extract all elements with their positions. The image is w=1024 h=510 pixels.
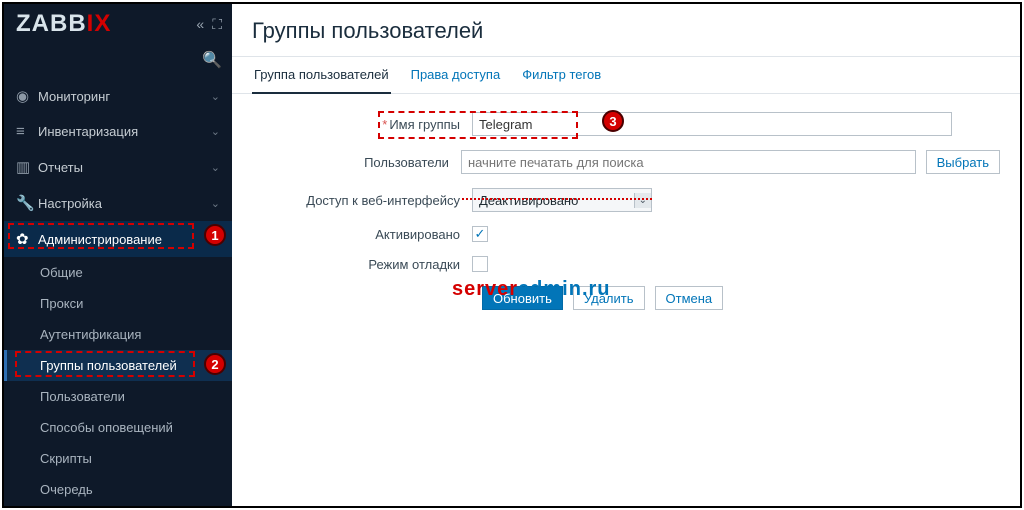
label-frontend-access: Доступ к веб-интерфейсу: [252, 193, 472, 208]
sub-queue[interactable]: Очередь: [4, 474, 232, 505]
logo-part1: ZABB: [16, 10, 87, 37]
chevron-down-icon: ⌄: [634, 193, 651, 208]
label-users: Пользователи: [252, 155, 461, 170]
nav-monitoring[interactable]: ◉ Мониторинг ⌄: [4, 78, 232, 114]
sub-label: Группы пользователей: [40, 358, 177, 373]
tab-user-group[interactable]: Группа пользователей: [252, 57, 391, 94]
chevron-down-icon: ⌄: [211, 125, 220, 138]
nav-label: Администрирование: [38, 232, 162, 247]
select-value: Деактивировано: [479, 193, 578, 208]
sub-user-groups[interactable]: Группы пользователей 2: [4, 350, 232, 381]
nav-label: Инвентаризация: [38, 124, 138, 139]
collapse-icon[interactable]: «: [196, 16, 204, 33]
fullscreen-icon[interactable]: ⛶: [212, 16, 222, 33]
row-group-name: *Имя группы 3: [252, 112, 1000, 136]
label-group-name: *Имя группы: [252, 117, 472, 132]
sub-auth[interactable]: Аутентификация: [4, 319, 232, 350]
annotation-badge-2: 2: [204, 353, 226, 375]
tabs: Группа пользователей Права доступа Фильт…: [232, 57, 1020, 94]
logo-row: ZABBIX « ⛶: [4, 4, 232, 44]
search-row[interactable]: 🔍: [4, 44, 232, 78]
list-icon: ≡: [16, 123, 38, 140]
wrench-icon: 🔧: [16, 194, 38, 212]
chevron-down-icon: ⌄: [211, 161, 220, 174]
checkbox-enabled[interactable]: ✓: [472, 226, 488, 242]
sub-media-types[interactable]: Способы оповещений: [4, 412, 232, 443]
tab-tag-filter[interactable]: Фильтр тегов: [520, 57, 603, 93]
page-header: Группы пользователей: [232, 4, 1020, 56]
main-content: Группы пользователей Группа пользователе…: [232, 4, 1020, 506]
chevron-down-icon: ⌄: [211, 197, 220, 210]
nav-label: Отчеты: [38, 160, 83, 175]
sub-scripts[interactable]: Скрипты: [4, 443, 232, 474]
delete-button[interactable]: Удалить: [573, 286, 645, 310]
nav-reports[interactable]: ▥ Отчеты ⌄: [4, 149, 232, 185]
nav-label: Мониторинг: [38, 89, 110, 104]
chevron-down-icon: ⌄: [211, 233, 220, 246]
input-group-name[interactable]: [472, 112, 952, 136]
header-controls: « ⛶: [196, 16, 222, 33]
row-frontend-access: Доступ к веб-интерфейсу Деактивировано ⌄: [252, 188, 1000, 212]
row-enabled: Активировано ✓: [252, 226, 1000, 242]
sub-general[interactable]: Общие: [4, 257, 232, 288]
tab-permissions[interactable]: Права доступа: [409, 57, 503, 93]
form: *Имя группы 3 Пользователи Выбрать Досту…: [232, 94, 1020, 328]
sub-proxies[interactable]: Прокси: [4, 288, 232, 319]
nav-config[interactable]: 🔧 Настройка ⌄: [4, 185, 232, 221]
eye-icon: ◉: [16, 87, 38, 105]
sub-users[interactable]: Пользователи: [4, 381, 232, 412]
form-actions: Обновить Удалить Отмена serveradmin.ru: [482, 286, 1000, 310]
nav-label: Настройка: [38, 196, 102, 211]
chart-icon: ▥: [16, 158, 38, 176]
gear-icon: ✿: [16, 230, 38, 248]
row-users: Пользователи Выбрать: [252, 150, 1000, 174]
label-debug: Режим отладки: [252, 257, 472, 272]
label-enabled: Активировано: [252, 227, 472, 242]
select-frontend-access[interactable]: Деактивировано ⌄: [472, 188, 652, 212]
row-debug: Режим отладки: [252, 256, 1000, 272]
nav-inventory[interactable]: ≡ Инвентаризация ⌄: [4, 114, 232, 149]
required-asterisk: *: [382, 117, 387, 132]
page-title: Группы пользователей: [252, 18, 1000, 44]
nav-administration[interactable]: ✿ Администрирование ⌄ 1: [4, 221, 232, 257]
cancel-button[interactable]: Отмена: [655, 286, 724, 310]
search-icon[interactable]: 🔍: [202, 50, 222, 70]
chevron-down-icon: ⌄: [211, 90, 220, 103]
logo-part2: IX: [87, 10, 112, 37]
logo: ZABBIX: [16, 10, 111, 38]
select-users-button[interactable]: Выбрать: [926, 150, 1000, 174]
update-button[interactable]: Обновить: [482, 286, 563, 310]
input-users[interactable]: [461, 150, 916, 174]
sidebar: ZABBIX « ⛶ 🔍 ◉ Мониторинг ⌄ ≡ Инвентариз…: [4, 4, 232, 506]
checkbox-debug[interactable]: [472, 256, 488, 272]
